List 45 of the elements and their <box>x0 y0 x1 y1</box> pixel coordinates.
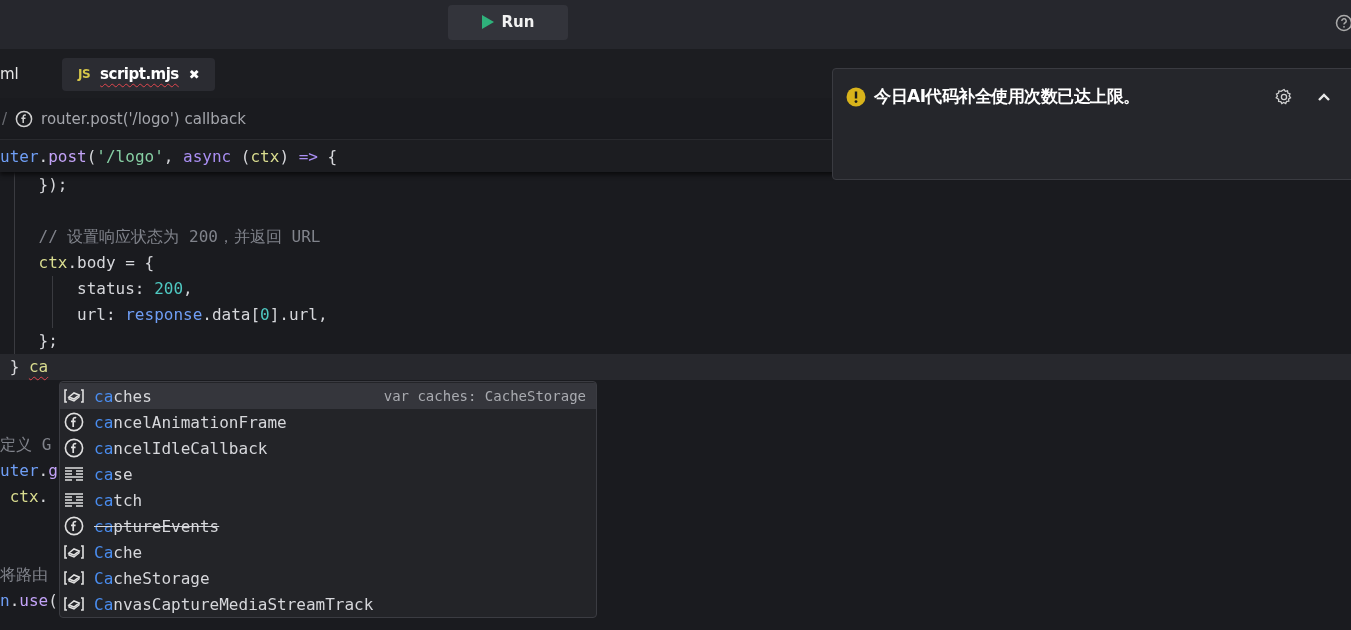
breadcrumb-separator: / <box>2 109 8 128</box>
suggestion-item[interactable]: case <box>60 461 596 487</box>
variable-icon <box>64 570 84 586</box>
suggestion-item[interactable]: Cache <box>60 539 596 565</box>
variable-icon <box>64 388 84 404</box>
code-line: ctx.body = { <box>37 253 155 272</box>
code-comment: 将路由 <box>0 565 48 584</box>
code-line: }; <box>37 331 58 350</box>
code-line: n.use( <box>0 591 58 610</box>
variable-icon <box>64 544 84 560</box>
breadcrumb-item[interactable]: router.post('/logo') callback <box>41 109 246 128</box>
code-comment: 定义 G <box>0 435 52 454</box>
editor-tab[interactable]: ml <box>0 57 62 91</box>
editor-tab[interactable]: JS script.mjs ✖ <box>62 57 216 91</box>
code-comment: // 设置响应状态为 200，并返回 URL <box>37 227 321 246</box>
play-icon <box>481 15 494 29</box>
keyword-icon <box>64 492 84 508</box>
suggestion-item[interactable]: cancelIdleCallback <box>60 435 596 461</box>
suggestion-detail: var caches: CacheStorage <box>383 388 586 404</box>
help-icon[interactable] <box>1335 14 1351 32</box>
close-tab-icon[interactable]: ✖ <box>188 66 200 82</box>
code-line: ctx. <box>8 487 49 506</box>
suggestion-item[interactable]: cancelAnimationFrame <box>60 409 596 435</box>
code-line: status: 200, <box>76 279 193 298</box>
suggestion-item[interactable]: captureEvents <box>60 513 596 539</box>
chevron-up-icon[interactable] <box>1317 91 1331 102</box>
suggestion-item[interactable]: CacheStorage <box>60 565 596 591</box>
code-line: uter.g <box>0 461 58 480</box>
code-line: }); <box>37 175 68 194</box>
function-icon <box>15 109 34 128</box>
js-file-icon: JS <box>78 67 91 81</box>
code-line: } ca <box>8 357 49 376</box>
run-button[interactable]: Run <box>448 4 568 40</box>
settings-icon[interactable] <box>1275 87 1293 106</box>
function-icon <box>64 438 84 458</box>
code-line: url: response.data[0].url, <box>76 305 328 324</box>
variable-icon <box>64 596 84 612</box>
warning-icon <box>846 86 866 107</box>
suggestion-item[interactable]: catch <box>60 487 596 513</box>
function-icon <box>64 412 84 432</box>
suggestion-item[interactable]: caches var caches: CacheStorage <box>60 383 596 409</box>
function-icon <box>64 516 84 536</box>
keyword-icon <box>64 466 84 482</box>
suggestion-item[interactable]: CanvasCaptureMediaStreamTrack <box>60 591 596 617</box>
notification-message: 今日AI代码补全使用次数已达上限。 <box>874 85 1141 108</box>
